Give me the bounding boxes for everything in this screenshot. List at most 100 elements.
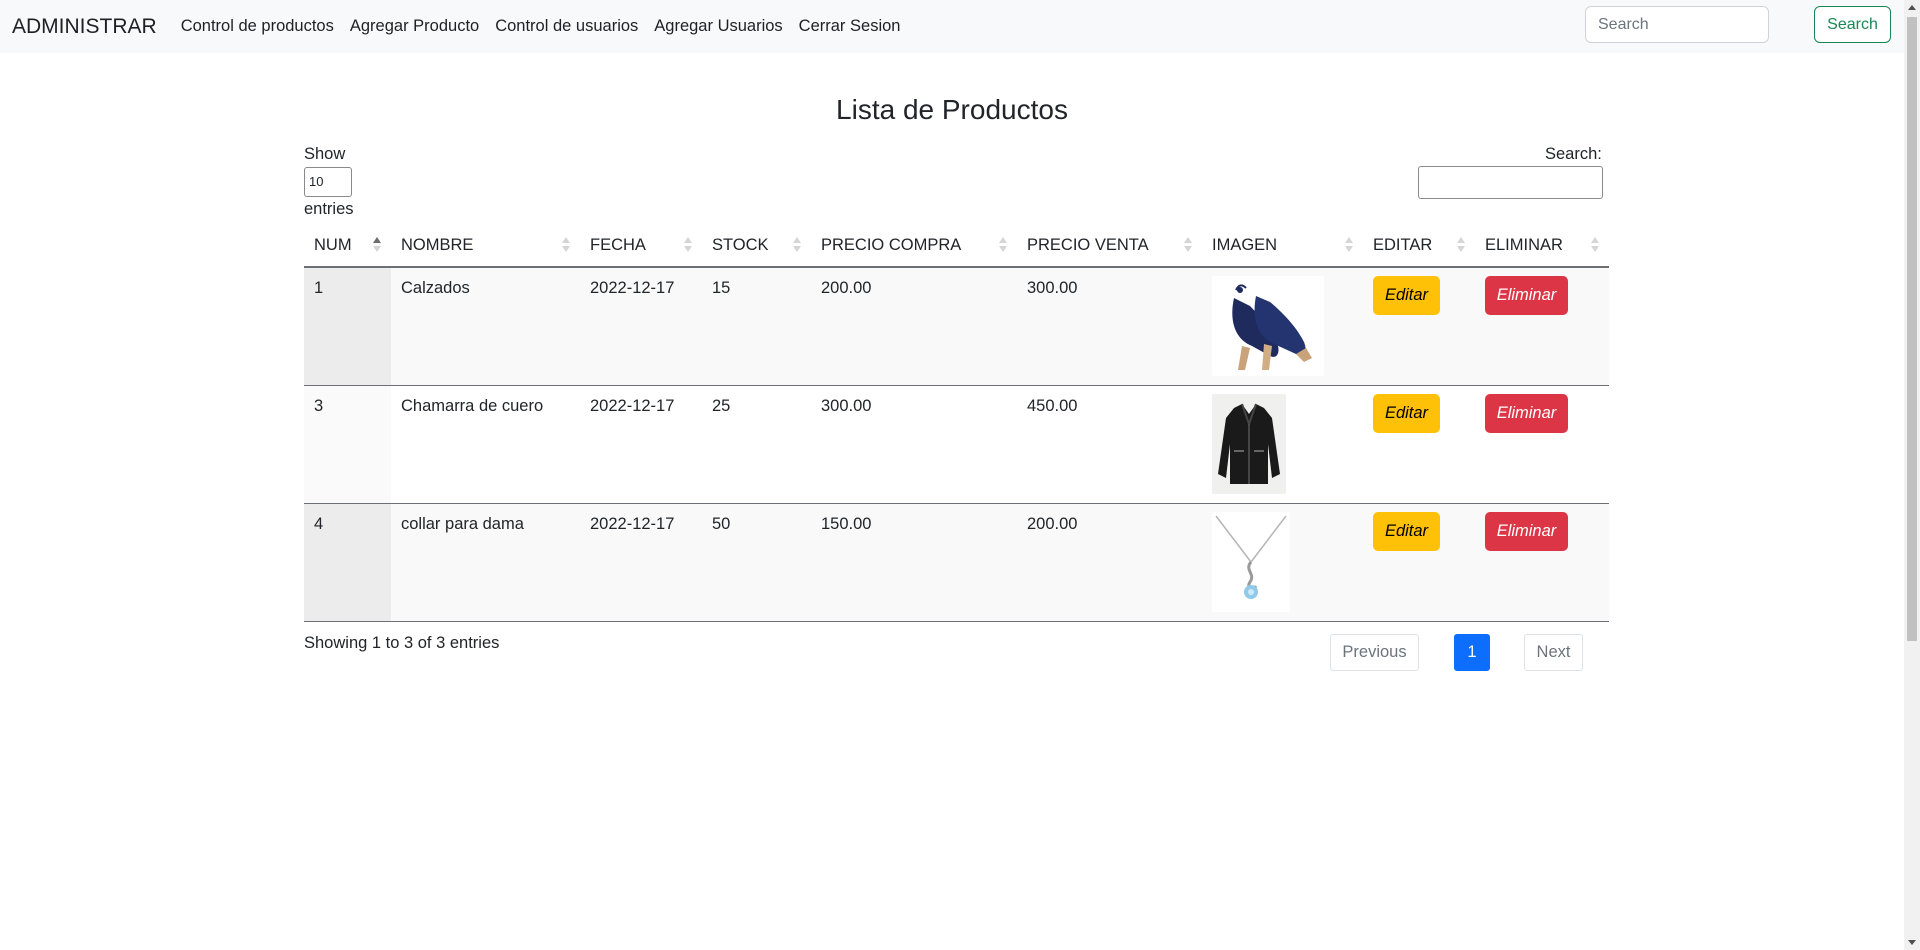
sort-icon [562,237,570,253]
nav-link-control-productos[interactable]: Control de productos [181,17,334,36]
column-header-editar[interactable]: EDITAR [1363,225,1475,268]
table-header-row: NUM NOMBRE FECHA STOCK PRECIO COMPRA PRE… [304,225,1609,268]
cell-editar: Editar [1363,267,1475,386]
column-header-precio-venta[interactable]: PRECIO VENTA [1017,225,1202,268]
cell-text: 2022-12-17 [590,279,675,297]
necklace-icon [1212,512,1290,612]
column-header-label: NUM [314,236,352,254]
cell-precio-venta: 200.00 [1017,503,1202,622]
cell-text: 2022-12-17 [590,515,675,533]
cell-precio-compra: 150.00 [811,503,1017,622]
cell-precio-venta: 300.00 [1017,267,1202,386]
edit-button[interactable]: Editar [1373,512,1440,551]
sort-icon [1591,237,1599,253]
cell-precio-compra: 200.00 [811,267,1017,386]
delete-button[interactable]: Eliminar [1485,276,1568,315]
sort-icon [1184,237,1192,253]
scroll-down-arrow-icon[interactable] [1904,934,1920,950]
entries-length-label-entries: entries [304,200,354,218]
high-heel-shoes-icon [1212,276,1324,376]
cell-text: 4 [314,515,324,533]
cell-text: collar para dama [401,515,524,533]
cell-text: 3 [314,397,324,415]
edit-button[interactable]: Editar [1373,276,1440,315]
sort-icon [1345,237,1353,253]
table-row: 4 collar para dama 2022-12-17 50 150.00 … [304,503,1609,622]
cell-imagen [1202,267,1363,386]
leather-jacket-icon [1212,394,1286,494]
cell-eliminar: Eliminar [1475,385,1609,504]
edit-button[interactable]: Editar [1373,394,1440,433]
cell-imagen [1202,385,1363,504]
nav-link-agregar-producto[interactable]: Agregar Producto [350,17,479,36]
entries-length-label-show: Show [304,145,346,163]
delete-button[interactable]: Eliminar [1485,394,1568,433]
column-header-label: ELIMINAR [1485,236,1563,254]
cell-text: 200.00 [821,279,872,297]
cell-text: 300.00 [1027,279,1078,297]
nav-link-agregar-usuarios[interactable]: Agregar Usuarios [654,17,782,36]
scroll-up-arrow-icon[interactable] [1904,0,1920,16]
table-info-text: Showing 1 to 3 of 3 entries [304,634,500,652]
column-header-label: NOMBRE [401,236,474,254]
pagination-page-1-button[interactable]: 1 [1454,634,1490,671]
cell-nombre: collar para dama [391,503,580,622]
cell-imagen [1202,503,1363,622]
navbar-search-button[interactable]: Search [1814,6,1891,43]
table-search-input[interactable] [1418,166,1603,199]
cell-editar: Editar [1363,385,1475,504]
scrollbar-thumb[interactable] [1907,17,1917,641]
column-header-label: FECHA [590,236,646,254]
column-header-label: PRECIO VENTA [1027,236,1149,254]
cell-text: 15 [712,279,731,297]
cell-text: Chamarra de cuero [401,397,544,415]
column-header-num[interactable]: NUM [304,225,391,268]
column-header-eliminar[interactable]: ELIMINAR [1475,225,1609,268]
navbar-brand[interactable]: ADMINISTRAR [12,15,157,39]
cell-stock: 15 [702,267,811,386]
column-header-label: EDITAR [1373,236,1433,254]
cell-fecha: 2022-12-17 [580,385,702,504]
cell-num: 3 [304,385,391,504]
cell-text: 50 [712,515,731,533]
page-title: Lista de Productos [836,93,1068,125]
pagination-previous-button[interactable]: Previous [1330,634,1419,671]
column-header-imagen[interactable]: IMAGEN [1202,225,1363,268]
pagination-next-button[interactable]: Next [1524,634,1583,671]
cell-eliminar: Eliminar [1475,503,1609,622]
sort-ascending-icon [373,237,381,253]
cell-text: 1 [314,279,324,297]
navbar-search-input[interactable] [1585,6,1769,43]
cell-text: 150.00 [821,515,872,533]
sort-icon [793,237,801,253]
sort-icon [999,237,1007,253]
cell-editar: Editar [1363,503,1475,622]
table-row: 1 Calzados 2022-12-17 15 200.00 300.00 E… [304,267,1609,386]
cell-precio-venta: 450.00 [1017,385,1202,504]
sort-icon [684,237,692,253]
cell-num: 1 [304,267,391,386]
top-navbar: ADMINISTRAR Control de productos Agregar… [0,0,1904,53]
nav-link-cerrar-sesion[interactable]: Cerrar Sesion [799,17,901,36]
vertical-scrollbar[interactable] [1904,0,1920,950]
cell-text: 450.00 [1027,397,1078,415]
cell-precio-compra: 300.00 [811,385,1017,504]
table-row: 3 Chamarra de cuero 2022-12-17 25 300.00… [304,385,1609,504]
entries-length-select[interactable]: 10 [304,167,352,197]
cell-text: 200.00 [1027,515,1078,533]
cell-nombre: Chamarra de cuero [391,385,580,504]
column-header-stock[interactable]: STOCK [702,225,811,268]
column-header-precio-compra[interactable]: PRECIO COMPRA [811,225,1017,268]
column-header-nombre[interactable]: NOMBRE [391,225,580,268]
table-search-label: Search: [1545,145,1602,163]
nav-link-control-usuarios[interactable]: Control de usuarios [495,17,638,36]
products-table: NUM NOMBRE FECHA STOCK PRECIO COMPRA PRE… [304,225,1609,622]
delete-button[interactable]: Eliminar [1485,512,1568,551]
cell-text: 25 [712,397,731,415]
products-table-container: NUM NOMBRE FECHA STOCK PRECIO COMPRA PRE… [304,225,1609,622]
cell-text: Calzados [401,279,470,297]
cell-num: 4 [304,503,391,622]
column-header-label: IMAGEN [1212,236,1278,254]
column-header-fecha[interactable]: FECHA [580,225,702,268]
cell-fecha: 2022-12-17 [580,267,702,386]
